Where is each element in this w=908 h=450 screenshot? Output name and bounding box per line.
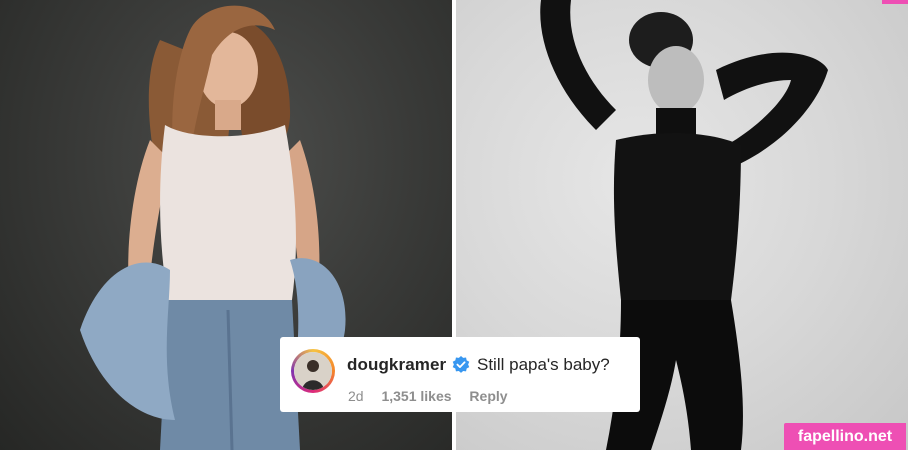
avatar-story-ring[interactable] (291, 349, 335, 393)
reply-button[interactable]: Reply (469, 388, 507, 404)
avatar-photo-icon (294, 352, 332, 390)
comment-card: dougkramer Still papa's baby? 2d 1,351 l… (280, 337, 640, 412)
comment-text: Still papa's baby? (477, 355, 610, 374)
screenshot-canvas: dougkramer Still papa's baby? 2d 1,351 l… (0, 0, 908, 450)
verified-badge-icon (452, 356, 470, 373)
comment-username[interactable]: dougkramer (347, 355, 446, 375)
avatar[interactable] (294, 352, 332, 390)
comment-meta: 2d 1,351 likes Reply (348, 388, 522, 404)
watermark: fapellino.net (784, 423, 906, 450)
top-accent-bar (882, 0, 908, 4)
comment-age: 2d (348, 388, 364, 404)
comment-likes[interactable]: 1,351 likes (381, 388, 451, 404)
